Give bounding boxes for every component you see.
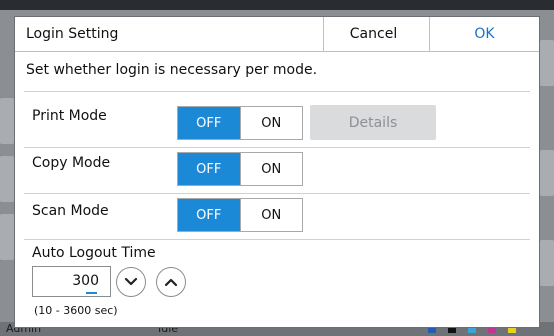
background-tab [0, 98, 14, 144]
dialog-description: Set whether login is necessary per mode. [26, 62, 318, 78]
divider [24, 193, 530, 194]
auto-logout-input[interactable]: 300 [32, 266, 111, 297]
chevron-down-icon [124, 277, 138, 286]
increase-button[interactable] [156, 267, 186, 297]
copy-mode-label: Copy Mode [32, 155, 111, 171]
divider [24, 239, 530, 240]
details-button[interactable]: Details [310, 105, 436, 140]
chevron-up-icon [164, 278, 178, 287]
scan-mode-on-button[interactable]: ON [239, 199, 302, 231]
cancel-button[interactable]: Cancel [323, 17, 423, 51]
print-mode-toggle: OFF ON [177, 106, 303, 140]
dialog-title: Login Setting [26, 26, 119, 42]
auto-logout-range: (10 - 3600 sec) [34, 304, 118, 317]
print-mode-label: Print Mode [32, 108, 107, 124]
decrease-button[interactable] [116, 267, 146, 297]
background-tab [540, 240, 554, 286]
copy-mode-off-button[interactable]: OFF [178, 153, 240, 185]
dialog-titlebar: Login Setting Cancel OK [15, 17, 539, 52]
print-mode-on-button[interactable]: ON [239, 107, 302, 139]
divider [24, 147, 530, 148]
copy-mode-toggle: OFF ON [177, 152, 303, 186]
background-tab [0, 214, 14, 260]
copy-mode-on-button[interactable]: ON [239, 153, 302, 185]
login-setting-dialog: Login Setting Cancel OK Set whether logi… [14, 16, 540, 328]
scan-mode-off-button[interactable]: OFF [178, 199, 240, 231]
background-tab [0, 156, 14, 202]
print-mode-off-button[interactable]: OFF [178, 107, 240, 139]
ok-button[interactable]: OK [429, 17, 539, 51]
divider [24, 91, 530, 92]
text-cursor [86, 292, 97, 294]
auto-logout-label: Auto Logout Time [32, 245, 156, 261]
background-tab [540, 40, 554, 86]
top-bar [0, 0, 554, 10]
scan-mode-toggle: OFF ON [177, 198, 303, 232]
scan-mode-label: Scan Mode [32, 203, 109, 219]
background-tab [540, 150, 554, 196]
